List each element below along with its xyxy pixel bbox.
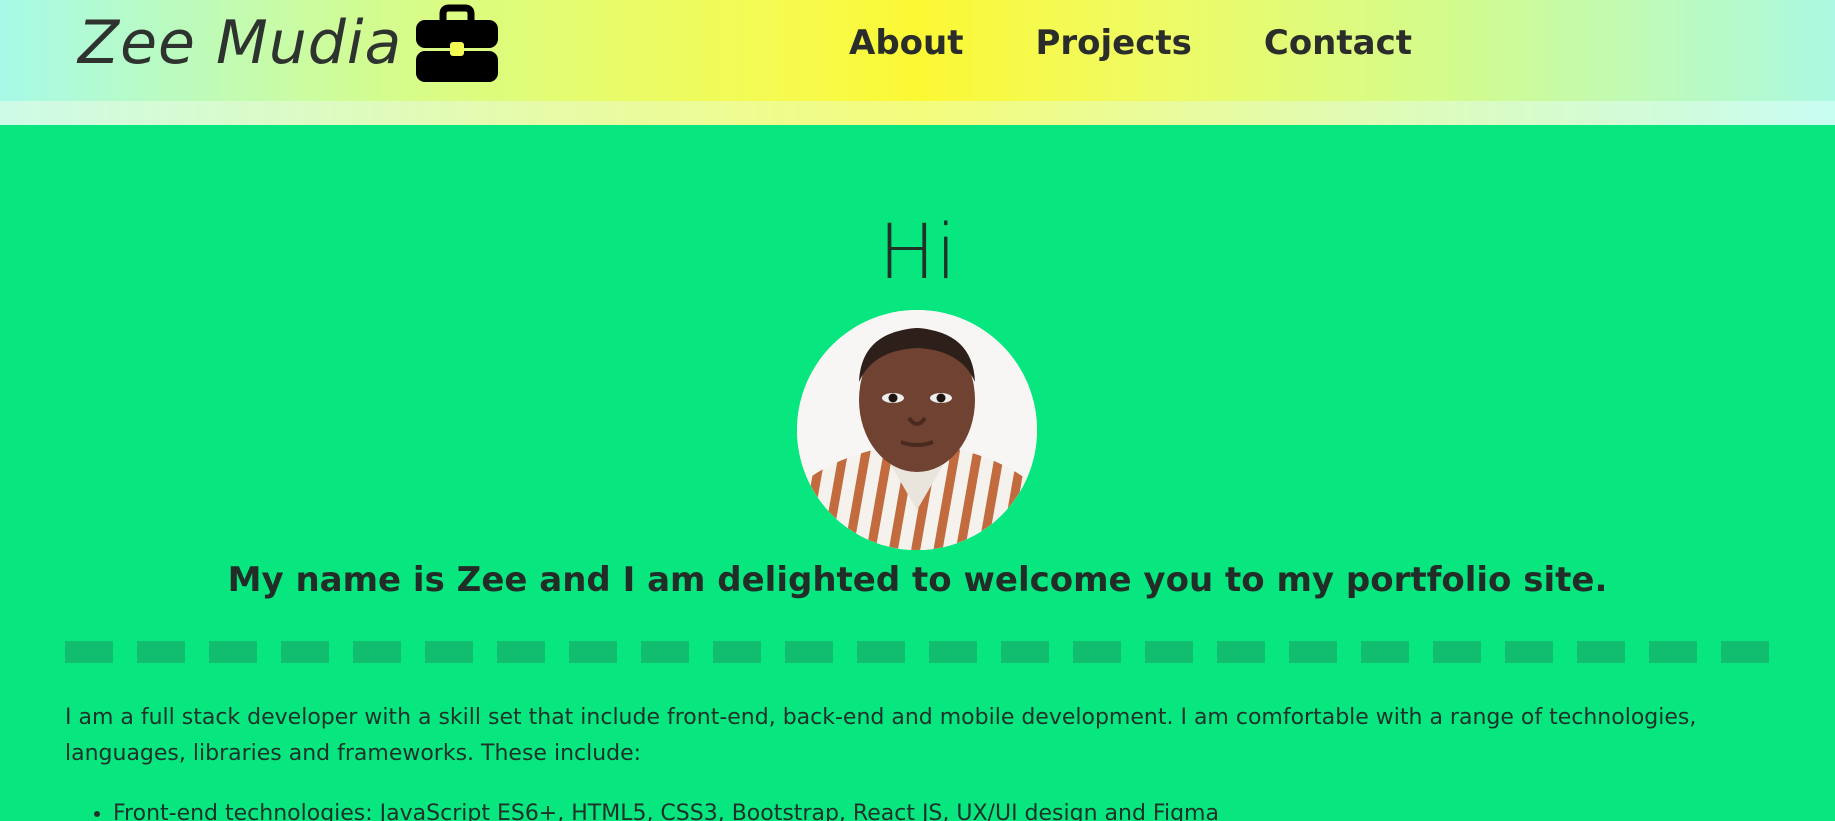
main-nav: About Projects Contact (849, 20, 1484, 66)
avatar (797, 310, 1037, 550)
profile-photo (797, 310, 1037, 550)
nav-projects-link[interactable]: Projects (1035, 20, 1191, 66)
brand-name[interactable]: Zee Mudia (78, 7, 402, 79)
nav-contact-link[interactable]: Contact (1264, 20, 1412, 66)
brand[interactable]: Zee Mudia (78, 4, 499, 82)
hero-title: Hi (878, 207, 957, 296)
section-divider (65, 641, 1769, 663)
list-item: Front-end technologies: JavaScript ES6+,… (113, 798, 1818, 821)
intro-paragraph: I am a full stack developer with a skill… (65, 705, 1697, 766)
welcome-message: My name is Zee and I am delighted to wel… (227, 560, 1608, 600)
nav-about-link[interactable]: About (849, 20, 963, 66)
briefcase-icon (416, 4, 499, 82)
skills-list: Front-end technologies: JavaScript ES6+,… (65, 798, 1818, 821)
header-strip (0, 101, 1835, 125)
